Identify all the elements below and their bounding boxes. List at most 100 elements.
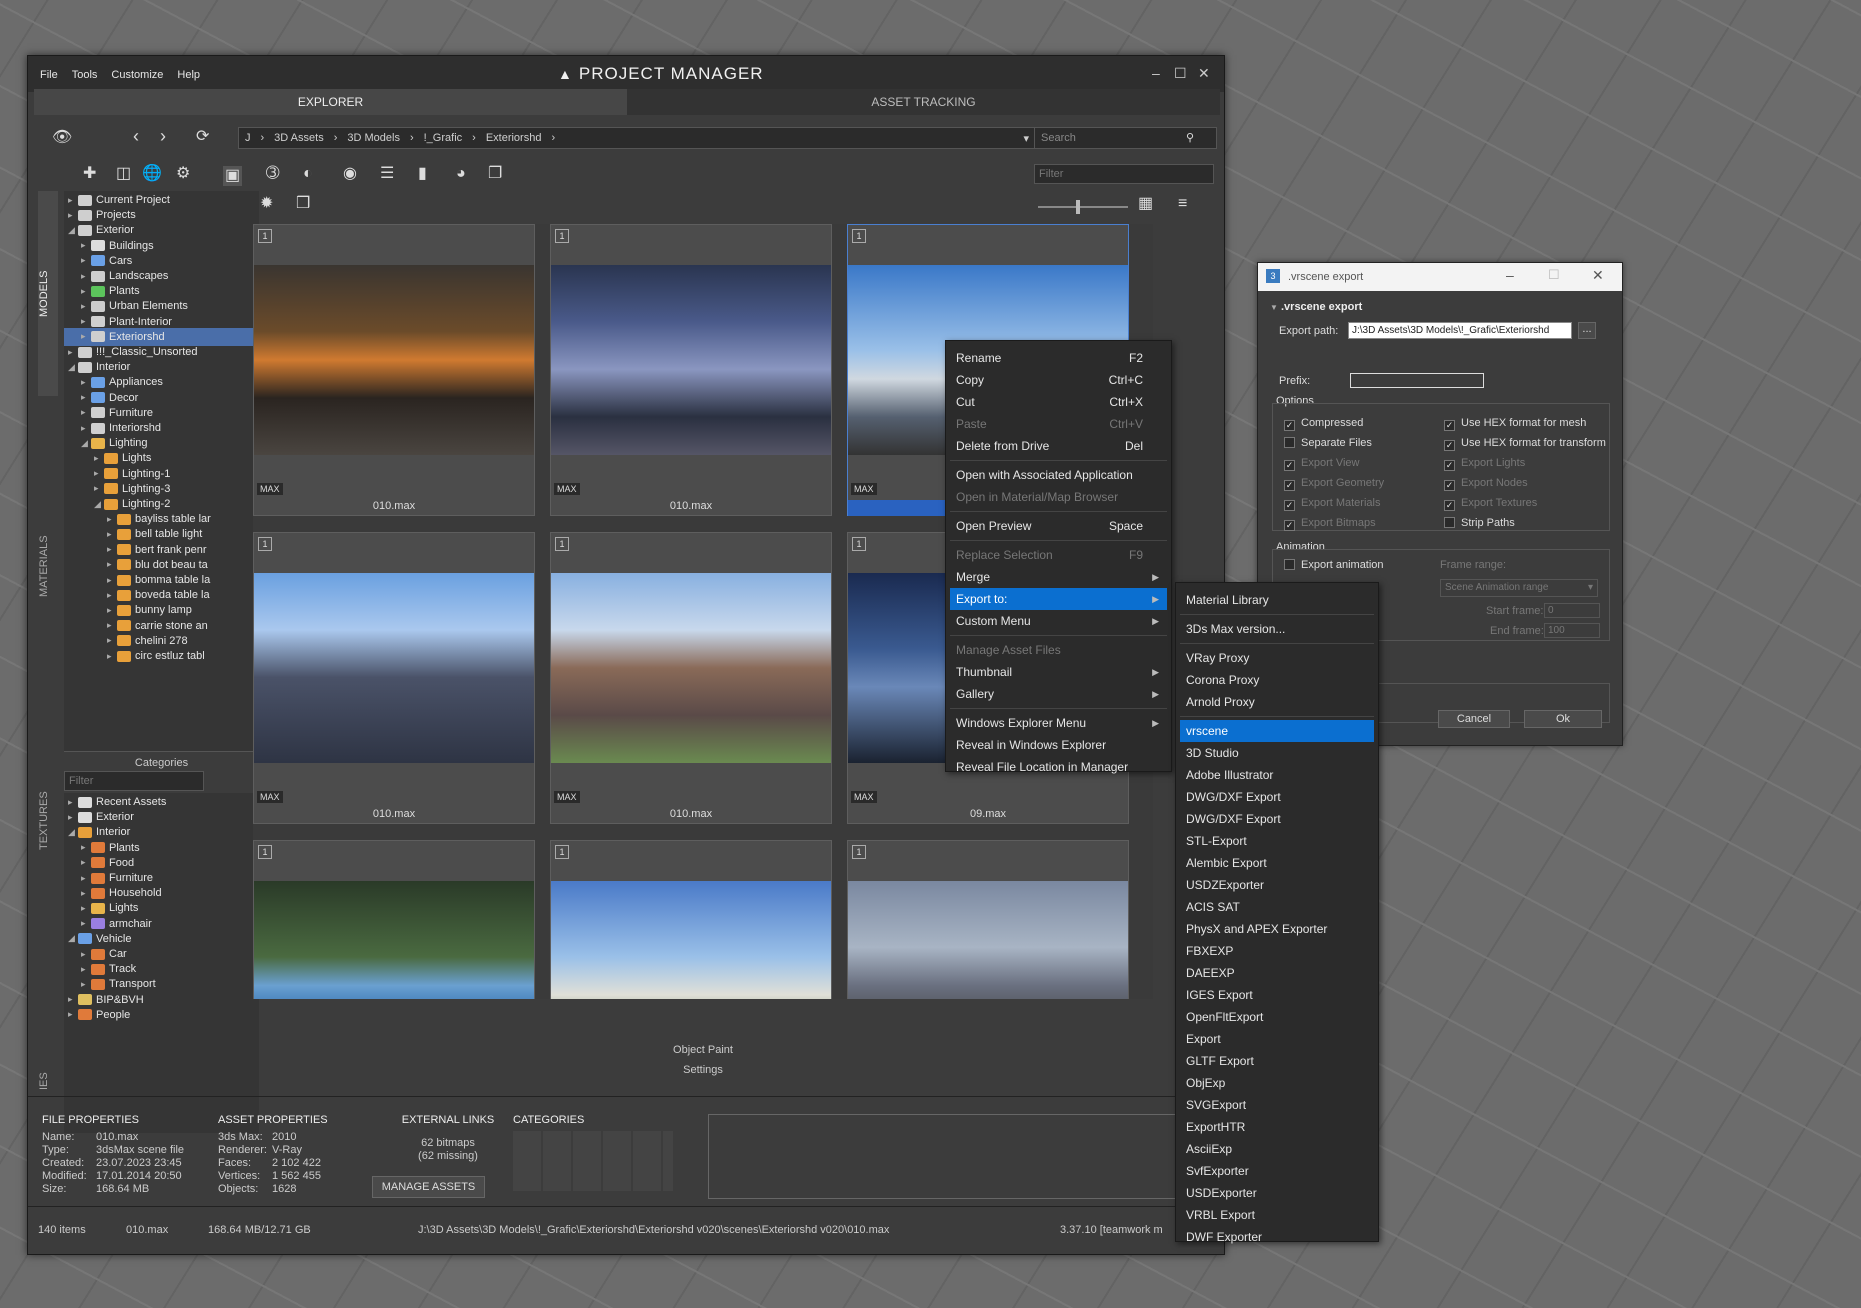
menu-item[interactable]: ObjExp — [1180, 1072, 1374, 1094]
list-icon[interactable]: ☰ — [380, 166, 394, 182]
menu-item[interactable]: IGES Export — [1180, 984, 1374, 1006]
object-paint-link[interactable]: Object Paint — [253, 1044, 1153, 1056]
cancel-button[interactable]: Cancel — [1438, 710, 1510, 728]
chevron-down-icon[interactable]: ◢ — [68, 827, 78, 838]
hide-icon[interactable]: ◉ — [343, 166, 357, 182]
end-frame-spinner[interactable]: 100 — [1544, 623, 1600, 638]
tab-materials[interactable]: MATERIALS — [38, 481, 58, 651]
tab-explorer[interactable]: EXPLORER — [34, 89, 627, 115]
dialog-minimize-button[interactable]: – — [1506, 267, 1514, 283]
chevron-down-icon[interactable]: ◢ — [81, 438, 91, 449]
menu-item[interactable]: ACIS SAT — [1180, 896, 1374, 918]
ok-button[interactable]: Ok — [1524, 710, 1602, 728]
chevron-right-icon[interactable]: ▸ — [81, 255, 91, 266]
menu-item[interactable]: Rename F2 — [950, 347, 1167, 369]
chevron-right-icon[interactable]: ▸ — [94, 468, 104, 479]
menu-item[interactable]: Gallery ▶ — [950, 683, 1167, 705]
number-icon[interactable]: ➂ — [266, 166, 279, 182]
chevron-down-icon[interactable]: ◢ — [68, 933, 78, 944]
checkbox-icon[interactable]: ✓ — [1444, 440, 1455, 451]
chevron-right-icon[interactable]: ▸ — [81, 301, 91, 312]
menu-help[interactable]: Help — [177, 69, 200, 81]
breadcrumb-item[interactable]: 3D Models — [347, 132, 400, 144]
chevron-right-icon[interactable]: ▸ — [81, 949, 91, 960]
chevron-right-icon[interactable]: ▸ — [107, 544, 117, 555]
breadcrumb-item[interactable]: Exteriorshd — [486, 132, 542, 144]
menu-item[interactable]: Alembic Export — [1180, 852, 1374, 874]
export-animation-checkbox[interactable]: Export animation — [1284, 559, 1384, 571]
chevron-right-icon[interactable]: ▸ — [81, 331, 91, 342]
chevron-right-icon[interactable]: ▸ — [107, 620, 117, 631]
asset-card[interactable]: 1 — [253, 840, 535, 999]
checkbox-icon[interactable] — [1444, 517, 1455, 528]
chevron-right-icon[interactable]: ▸ — [81, 407, 91, 418]
menu-item[interactable]: Export — [1180, 1028, 1374, 1050]
menu-item[interactable]: STL-Export — [1180, 830, 1374, 852]
menu-item[interactable]: Windows Explorer Menu ▶ — [950, 712, 1167, 734]
chevron-right-icon[interactable]: ▸ — [81, 271, 91, 282]
menu-customize[interactable]: Customize — [111, 69, 163, 81]
search-icon[interactable]: ⚲ — [1186, 128, 1194, 148]
dialog-close-button[interactable]: ✕ — [1592, 267, 1604, 284]
maximize-button[interactable]: ☐ — [1174, 65, 1187, 82]
dialog-maximize-button[interactable]: ☐ — [1548, 267, 1560, 283]
sphere-icon[interactable]: ◕ — [456, 166, 466, 182]
gear-icon[interactable]: ⚙ — [176, 166, 190, 182]
menu-item[interactable]: Copy Ctrl+C — [950, 369, 1167, 391]
checkbox-icon[interactable] — [1284, 559, 1295, 570]
chevron-right-icon[interactable]: ▸ — [107, 514, 117, 525]
menu-item[interactable]: USDZExporter — [1180, 874, 1374, 896]
menu-item[interactable]: Arnold Proxy — [1180, 691, 1374, 713]
chevron-right-icon[interactable]: ▸ — [107, 559, 117, 570]
chevron-right-icon[interactable]: ▸ — [81, 377, 91, 388]
chevron-down-icon[interactable]: ▾ — [1023, 132, 1029, 145]
categories-filter[interactable]: Filter — [64, 771, 204, 791]
chevron-right-icon[interactable]: ▸ — [68, 210, 78, 221]
back-icon[interactable]: ‹ — [133, 127, 139, 145]
chevron-right-icon[interactable]: ▸ — [81, 392, 91, 403]
browse-button[interactable]: ... — [1578, 322, 1596, 339]
chevron-right-icon[interactable]: ▸ — [68, 797, 78, 808]
close-button[interactable]: ✕ — [1198, 65, 1210, 82]
chevron-right-icon[interactable]: ▸ — [107, 651, 117, 662]
option-checkbox[interactable]: Strip Paths — [1444, 513, 1606, 533]
breadcrumb[interactable]: J › 3D Assets › 3D Models › !_Grafic › Exter… — [238, 127, 1036, 149]
menu-item[interactable]: Export to: ▶ — [950, 588, 1167, 610]
menu-item[interactable]: FBXEXP — [1180, 940, 1374, 962]
chevron-right-icon[interactable]: ▸ — [81, 903, 91, 914]
menu-item[interactable]: Corona Proxy — [1180, 669, 1374, 691]
asset-card[interactable]: 1 MAX 010.max — [550, 532, 832, 824]
chevron-right-icon[interactable]: ▸ — [94, 453, 104, 464]
eye-icon[interactable]: 👁 — [52, 130, 72, 146]
menu-item[interactable]: VRBL Export — [1180, 1204, 1374, 1226]
asset-card[interactable]: 1 — [550, 840, 832, 999]
chevron-right-icon[interactable]: ▸ — [81, 316, 91, 327]
tag-icon[interactable]: ▮ — [418, 166, 427, 182]
menu-item[interactable]: SvfExporter — [1180, 1160, 1374, 1182]
menu-item[interactable]: DWG/DXF Export — [1180, 786, 1374, 808]
minimize-button[interactable]: – — [1152, 65, 1160, 81]
checkbox-icon[interactable] — [1284, 437, 1295, 448]
menu-item[interactable]: ExportHTR — [1180, 1116, 1374, 1138]
menu-item[interactable]: Thumbnail ▶ — [950, 661, 1167, 683]
menu-item[interactable]: PhysX and APEX Exporter — [1180, 918, 1374, 940]
grid-view-icon[interactable]: ▦ — [1138, 196, 1153, 212]
chevron-right-icon[interactable]: ▸ — [81, 918, 91, 929]
chevron-right-icon[interactable]: ▸ — [107, 635, 117, 646]
chevron-right-icon[interactable]: ▸ — [68, 1009, 78, 1020]
menu-tools[interactable]: Tools — [72, 69, 98, 81]
chevron-right-icon[interactable]: ▸ — [68, 347, 78, 358]
frame-range-select[interactable]: Scene Animation range ▾ — [1440, 579, 1598, 597]
menu-item[interactable]: USDExporter — [1180, 1182, 1374, 1204]
option-checkbox[interactable]: ✓ Compressed — [1284, 413, 1384, 433]
zoom-slider-handle[interactable] — [1076, 200, 1080, 214]
menu-item[interactable]: Merge ▶ — [950, 566, 1167, 588]
chevron-right-icon[interactable]: ▸ — [81, 964, 91, 975]
option-checkbox[interactable]: ✓ Use HEX format for mesh — [1444, 413, 1606, 433]
chevron-down-icon[interactable]: ◢ — [68, 362, 78, 373]
chevron-right-icon[interactable]: ▸ — [107, 575, 117, 586]
filter-input[interactable]: Filter — [1034, 164, 1214, 184]
menu-item[interactable]: DWF Exporter — [1180, 1226, 1374, 1248]
menu-item[interactable]: Open Preview Space — [950, 515, 1167, 537]
window-icon[interactable]: ❐ — [488, 166, 502, 182]
